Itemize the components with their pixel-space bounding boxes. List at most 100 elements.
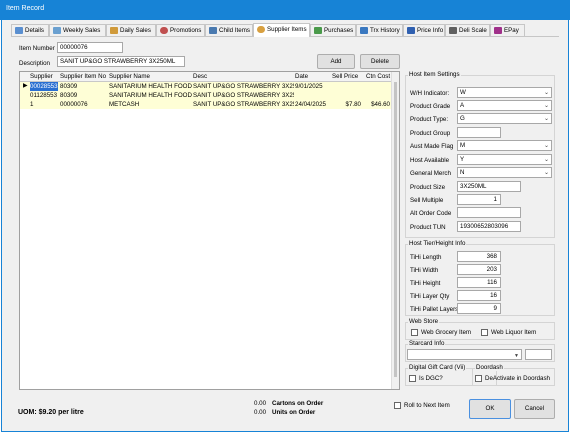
product-grade-select[interactable]: A ⌄ xyxy=(457,100,552,111)
cell-name[interactable]: METCASH xyxy=(109,100,192,109)
cell-name[interactable]: SANITARIUM HEALTH FOOD xyxy=(109,82,192,91)
tab-trx-history[interactable]: Trx History xyxy=(356,24,403,36)
purchases-icon xyxy=(314,27,322,34)
host-tier-height-title: Host Tier/Height Info xyxy=(408,240,467,247)
product-size-label: Product Size xyxy=(410,184,446,191)
column-header-sell-price[interactable]: Sell Price xyxy=(332,73,362,80)
tab-promotions[interactable]: Promotions xyxy=(156,24,205,36)
tab-deli-scale[interactable]: Deli Scale xyxy=(445,24,490,36)
tab-label: EPay xyxy=(504,27,519,34)
cell-date[interactable]: 9/01/2025 xyxy=(295,82,331,91)
cell-desc[interactable]: SANIT UP&GO STRAWBERRY 3X250ML xyxy=(193,82,294,91)
table-row[interactable]: 01128553 80309 SANITARIUM HEALTH FOOD SA… xyxy=(20,91,391,100)
grid-vertical-scrollbar[interactable] xyxy=(391,72,399,389)
general-merch-select[interactable]: N ⌄ xyxy=(457,167,552,178)
alt-order-code-label: Alt Order Code xyxy=(410,210,452,217)
wh-indicator-select[interactable]: W ⌄ xyxy=(457,87,552,98)
table-row[interactable]: 1 00000076 METCASH SANIT UP&GO STRAWBERR… xyxy=(20,100,391,109)
web-store-title: Web Store xyxy=(408,318,440,325)
description-field[interactable]: SANIT UP&GO STRAWBERRY 3X250ML xyxy=(57,56,185,67)
aust-made-flag-label: Aust Made Flag xyxy=(410,143,454,150)
is-dgc-checkbox[interactable] xyxy=(409,375,416,382)
cell-item-no[interactable]: 80309 xyxy=(60,91,108,100)
tab-child-items[interactable]: Child Items xyxy=(205,24,253,36)
cell-supplier[interactable]: 1 xyxy=(30,100,58,109)
tab-supplier-items[interactable]: Supplier Items xyxy=(253,23,310,37)
cell-item-no[interactable]: 00000076 xyxy=(60,100,108,109)
table-row[interactable]: ▶ 00028553 80309 SANITARIUM HEALTH FOOD … xyxy=(20,82,391,91)
tab-weekly-sales[interactable]: Weekly Sales xyxy=(49,24,106,36)
tihi-pallet-layers-label: TiHi Pallet Layers xyxy=(410,306,459,313)
tab-label: Price Info xyxy=(417,27,444,34)
column-header-supplier-item-no[interactable]: Supplier Item No xyxy=(60,73,108,80)
cell-name[interactable]: SANITARIUM HEALTH FOOD xyxy=(109,91,192,100)
add-button[interactable]: Add xyxy=(317,54,355,69)
cell-sell-price[interactable]: $7.80 xyxy=(332,100,361,109)
chevron-down-icon: ⌄ xyxy=(543,90,549,96)
deactivate-doordash-checkbox[interactable] xyxy=(475,375,482,382)
column-header-supplier-name[interactable]: Supplier Name xyxy=(109,73,191,80)
epay-icon xyxy=(494,27,502,34)
starcard-value-field[interactable] xyxy=(525,349,552,360)
tihi-width-field[interactable]: 203 xyxy=(457,264,501,275)
wh-indicator-label: W/H Indicator: xyxy=(410,90,450,97)
column-header-date[interactable]: Date xyxy=(295,73,331,80)
tab-label: Deli Scale xyxy=(459,27,487,34)
tihi-height-field[interactable]: 116 xyxy=(457,277,501,288)
cell-item-no[interactable]: 80309 xyxy=(60,82,108,91)
is-dgc-label: Is DGC? xyxy=(419,375,443,382)
alt-order-code-field[interactable] xyxy=(457,207,521,218)
roll-to-next-item-checkbox[interactable] xyxy=(394,402,401,409)
cell-supplier[interactable]: 01128553 xyxy=(30,91,58,100)
uom-label: UOM: $9.20 per litre xyxy=(18,409,84,416)
host-item-settings-title: Host Item Settings xyxy=(408,71,461,78)
tab-label: Weekly Sales xyxy=(63,27,101,34)
tab-daily-sales[interactable]: Daily Sales xyxy=(106,24,156,36)
tihi-layer-qty-field[interactable]: 16 xyxy=(457,290,501,301)
web-grocery-item-checkbox[interactable] xyxy=(411,329,418,336)
product-tun-field[interactable]: 19300652803096 xyxy=(457,221,521,232)
tihi-pallet-layers-field[interactable]: 9 xyxy=(457,303,501,314)
cell-ctn-cost[interactable]: $46.60 xyxy=(363,100,390,109)
tab-details[interactable]: Details xyxy=(11,24,49,36)
cell-desc[interactable]: SANIT UP&GO STRAWBERRY 3X250ML xyxy=(193,100,294,109)
chevron-down-icon: ⌄ xyxy=(543,170,549,176)
delete-button[interactable]: Delete xyxy=(360,54,400,69)
starcard-select[interactable]: ▼ xyxy=(407,349,522,360)
product-tun-label: Product TUN xyxy=(410,224,446,231)
tab-price-info[interactable]: Price Info xyxy=(403,24,445,36)
select-value: N xyxy=(460,169,465,176)
tab-purchases[interactable]: Purchases xyxy=(310,24,356,36)
column-header-desc[interactable]: Desc xyxy=(193,73,293,80)
aust-made-flag-select[interactable]: M ⌄ xyxy=(457,140,552,151)
product-type-select[interactable]: G ⌄ xyxy=(457,113,552,124)
cell-desc[interactable]: SANIT UP&GO STRAWBERRY 3X250ML xyxy=(193,91,294,100)
scrollbar-thumb[interactable] xyxy=(394,82,397,377)
tab-epay[interactable]: EPay xyxy=(490,24,525,36)
column-header-supplier[interactable]: Supplier xyxy=(30,73,58,80)
chevron-down-icon: ⌄ xyxy=(543,103,549,109)
deactivate-doordash-label: DeActivate in Doordash xyxy=(485,375,551,382)
item-number-field[interactable]: 00000076 xyxy=(57,42,123,53)
starcard-info-title: Starcard Info xyxy=(408,340,446,347)
product-type-label: Product Type: xyxy=(410,116,449,123)
column-header-ctn-cost[interactable]: Ctn Cost xyxy=(366,73,392,80)
select-value: G xyxy=(460,115,465,122)
cell-supplier[interactable]: 00028553 xyxy=(30,82,58,91)
item-number-label: Item Number xyxy=(19,45,55,52)
cell-date[interactable]: 24/04/2025 xyxy=(295,100,331,109)
tihi-width-label: TiHi Width xyxy=(410,267,439,274)
sell-multiple-field[interactable]: 1 xyxy=(457,194,501,205)
product-size-field[interactable]: 3X250ML xyxy=(457,181,521,192)
cancel-button[interactable]: Cancel xyxy=(514,399,555,419)
product-group-field[interactable] xyxy=(457,127,501,138)
web-grocery-item-label: Web Grocery Item xyxy=(421,329,472,336)
product-group-label: Product Group xyxy=(410,130,451,137)
tihi-length-field[interactable]: 368 xyxy=(457,251,501,262)
item-record-window: Details Weekly Sales Daily Sales Promoti… xyxy=(1,20,569,432)
host-available-select[interactable]: Y ⌄ xyxy=(457,154,552,165)
ok-button[interactable]: OK xyxy=(469,399,511,419)
select-value: W xyxy=(460,89,466,96)
web-liquor-item-checkbox[interactable] xyxy=(481,329,488,336)
sell-multiple-label: Sell Multiple xyxy=(410,197,444,204)
